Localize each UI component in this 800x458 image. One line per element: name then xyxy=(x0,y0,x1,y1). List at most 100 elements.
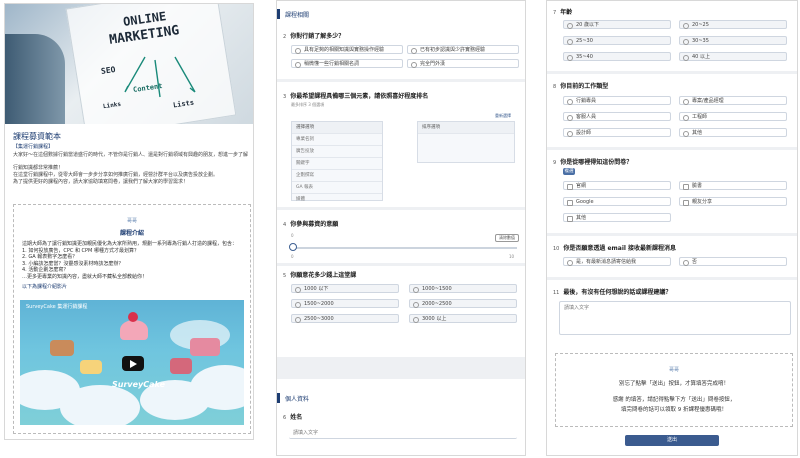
option-q5-1[interactable]: 1000 以下 xyxy=(291,284,399,293)
option-q8-2[interactable]: 專案/產品經理 xyxy=(679,96,787,105)
question-7: 7 年齡 xyxy=(553,7,572,16)
question-number: 7 xyxy=(553,10,557,16)
option-q8-5[interactable]: 設計師 xyxy=(563,128,671,137)
option-q7-2[interactable]: 20~25 xyxy=(679,20,787,29)
survey-title: 課程募資範本 xyxy=(13,132,61,141)
clear-value-button[interactable]: 清除數值 xyxy=(495,234,519,242)
suggestion-textarea[interactable]: 請填入文字 xyxy=(559,301,791,335)
option-q10-no[interactable]: 否 xyxy=(679,257,787,266)
question-text: 年齡 xyxy=(560,9,573,16)
survey-questions-panel-2: 7 年齡 20 歲以下 20~25 25~30 30~35 35~40 40 以上… xyxy=(546,0,798,456)
question-text: 你是從哪裡得知這份問卷？ xyxy=(560,159,633,166)
question-3: 3 你最希望課程具備哪三個元素，請依照喜好程度排名 xyxy=(283,91,428,100)
option-q7-1[interactable]: 20 歲以下 xyxy=(563,20,671,29)
option-q2-4[interactable]: 完全門外漢 xyxy=(407,59,519,68)
intro-line-2: 行銷知識都非常推薦！ xyxy=(13,165,64,171)
question-text: 你願意花多少錢上這堂課 xyxy=(290,272,357,279)
reset-ranking-link[interactable]: 重新選擇 xyxy=(495,113,511,119)
option-q9-2[interactable]: 臉書 xyxy=(679,181,787,190)
intro-line-3: 在這堂行銷課程中，從零大師會一步步分享如何推廣行銷，經營計群平台以及廣告投放企劃… xyxy=(13,172,219,178)
box-title: 課程介紹 xyxy=(119,230,144,237)
option-q8-3[interactable]: 客服人員 xyxy=(563,112,671,121)
ranking-options-list: 選擇選項 專業名詞 廣告投放 關鍵字 企劃撰寫 GA 報表 媒體 xyxy=(291,121,383,202)
question-6: 6 姓名 xyxy=(283,412,302,421)
survey-questions-panel-1: 課程相關 2 你對行銷了解多少？ 具有足夠的相關知識與實務操作經驗 已有初步認識與… xyxy=(276,0,526,456)
option-q2-3[interactable]: 稍微懂一些行銷相關名詞 xyxy=(291,59,403,68)
question-text: 你最希望課程具備哪三個元素，請依照喜好程度排名 xyxy=(290,93,429,100)
note-line-1: 別忘了點擊「送出」按鈕，才算填答完成唷！ xyxy=(618,381,729,387)
option-q9-3[interactable]: Google xyxy=(563,197,671,206)
slider-min-label: 0 xyxy=(291,254,294,259)
intro-video[interactable]: SurveyCake 集運行銷課程 SurveyCake xyxy=(20,300,244,425)
option-q9-1[interactable]: 官網 xyxy=(563,181,671,190)
name-input[interactable]: 請填入文字 xyxy=(289,427,517,439)
option-q7-6[interactable]: 40 以上 xyxy=(679,52,787,61)
ranking-left-header: 選擇選項 xyxy=(292,122,382,134)
option-q7-4[interactable]: 30~35 xyxy=(679,36,787,45)
willingness-slider-track[interactable] xyxy=(291,247,517,249)
question-11: 11 最後，有沒有任何想說的話或課程建議？ xyxy=(553,287,671,296)
option-q5-5[interactable]: 2500~3000 xyxy=(291,314,399,323)
cake-illustration xyxy=(80,360,102,374)
divider xyxy=(547,233,797,236)
divider xyxy=(277,207,525,210)
box-label: 哥哥 xyxy=(126,218,137,224)
ranking-item[interactable]: 關鍵字 xyxy=(292,158,382,170)
submit-button[interactable]: 送出 xyxy=(625,435,719,446)
option-q8-1[interactable]: 行銷專員 xyxy=(563,96,671,105)
option-q9-4[interactable]: 親友分享 xyxy=(679,197,787,206)
play-icon[interactable] xyxy=(122,356,144,371)
question-number: 8 xyxy=(553,84,557,90)
question-text: 你是否願意透過 email 接收最新課程消息 xyxy=(563,245,677,252)
question-10: 10 你是否願意透過 email 接收最新課程消息 xyxy=(553,243,676,252)
option-q2-1[interactable]: 具有足夠的相關知識與實務操作經驗 xyxy=(291,45,403,54)
note-label: 哥哥 xyxy=(668,367,679,373)
question-number: 2 xyxy=(283,34,287,40)
question-number: 3 xyxy=(283,94,287,100)
option-q8-6[interactable]: 其他 xyxy=(679,128,787,137)
ranked-drop-zone[interactable]: 排序選項 xyxy=(417,121,515,163)
option-q5-6[interactable]: 3000 以上 xyxy=(409,314,517,323)
question-8: 8 你目前的工作類型 xyxy=(553,81,608,90)
option-q5-2[interactable]: 1000~1500 xyxy=(409,284,517,293)
option-q8-4[interactable]: 工程師 xyxy=(679,112,787,121)
ranking-item[interactable]: GA 報表 xyxy=(292,182,382,194)
section-title-course: 課程相關 xyxy=(285,12,310,19)
option-q10-yes[interactable]: 是，有最新消息請寄信給我 xyxy=(563,257,671,266)
slider-max-label: 10 xyxy=(509,254,515,259)
course-intro-box: 哥哥 課程介紹 這期大師為了讓行銷知識更加親民優化為大家所熟用，規劃一系列專為行… xyxy=(13,204,251,434)
divider xyxy=(547,71,797,74)
section-marker xyxy=(277,9,280,19)
note-line-3: 填完問卷的話可以領取 9 折課程優惠碼哦！ xyxy=(621,407,727,413)
option-q5-4[interactable]: 2000~2500 xyxy=(409,299,517,308)
ranking-item[interactable]: 專業名詞 xyxy=(292,134,382,146)
option-q2-2[interactable]: 已有初步認識與少許實務經驗 xyxy=(407,45,519,54)
divider xyxy=(547,277,797,280)
survey-intro-panel: ONLINE MARKETING SEO Content Lists Links… xyxy=(4,3,254,440)
question-4: 4 你參與募資的意願 xyxy=(283,219,338,228)
hero-arrows-icon xyxy=(124,56,196,98)
option-q5-3[interactable]: 1500~2000 xyxy=(291,299,399,308)
option-q7-5[interactable]: 35~40 xyxy=(563,52,671,61)
question-3-hint: 最多排序 3 個選項 xyxy=(291,102,325,107)
option-q7-3[interactable]: 25~30 xyxy=(563,36,671,45)
intro-line-1: 大家好～在這個數據行銷當道盛行的時代，不管你是行銷人、還是對行銷領域有興趣的朋友… xyxy=(13,152,249,158)
divider xyxy=(277,79,525,82)
question-number: 4 xyxy=(283,222,287,228)
divider xyxy=(547,147,797,150)
ranking-item[interactable]: 企劃撰寫 xyxy=(292,170,382,182)
ranking-item[interactable]: 廣告投放 xyxy=(292,146,382,158)
intro-heading: 【集運行銷課程】 xyxy=(13,144,54,150)
cake-illustration xyxy=(170,358,192,374)
multi-select-tag: 複選 xyxy=(563,168,575,175)
willingness-slider-knob[interactable] xyxy=(289,243,297,251)
ranking-item[interactable]: 媒體 xyxy=(292,194,382,205)
option-q9-5[interactable]: 其他 xyxy=(563,213,671,222)
ranking-right-header: 排序選項 xyxy=(418,122,514,134)
question-number: 10 xyxy=(553,246,560,252)
question-number: 5 xyxy=(283,273,287,279)
cherry-illustration xyxy=(128,312,138,322)
hand-illustration xyxy=(5,34,65,124)
question-text: 你目前的工作類型 xyxy=(560,83,609,90)
section-marker xyxy=(277,393,280,403)
